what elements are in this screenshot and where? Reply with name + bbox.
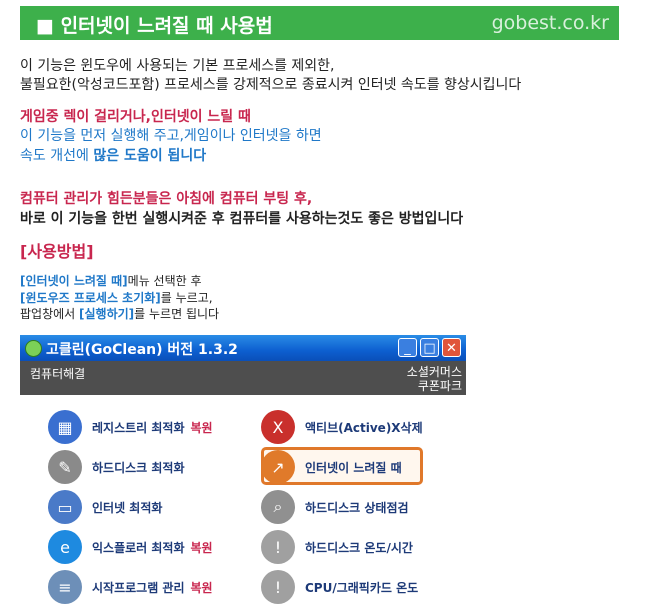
usage-step-2-highlight: [윈도우즈 프로세스 초기화] xyxy=(20,291,161,305)
activex-icon: X xyxy=(261,410,295,444)
feature-label: 시작프로그램 관리 xyxy=(92,580,185,595)
intro-line-1: 이 기능은 윈도우에 사용되는 기본 프로세스를 제외한, xyxy=(20,58,335,74)
usage-step-2: [윈도우즈 프로세스 초기화]를 누르고, xyxy=(20,289,213,306)
usage-step-3: 팝업창에서 [실행하기]를 누르면 됩니다 xyxy=(20,305,219,322)
feature-label: 익스플로러 최적화 xyxy=(92,540,185,555)
usage-step-1-text: 메뉴 선택한 후 xyxy=(127,274,202,288)
feature-item-6[interactable]: e 익스플로러 최적화 복원 xyxy=(48,529,213,565)
para3-black: 바로 이 기능을 한번 실행시켜준 후 컴퓨터를 사용하는것도 좋은 방법입니다 xyxy=(20,211,464,227)
feature-label: CPU/그래픽카드 온도 xyxy=(305,580,419,595)
feature-item-9[interactable]: ! CPU/그래픽카드 온도 xyxy=(261,569,418,605)
registry-cube-icon: ▦ xyxy=(48,410,82,444)
header-banner: ■ 인터넷이 느려질 때 사용법 gobest.co.kr xyxy=(20,6,619,40)
goclean-app-icon xyxy=(25,340,42,357)
menu-computer-fix[interactable]: 컴퓨터해결 xyxy=(30,365,85,382)
goclean-window: 고클린(GoClean) 버전 1.3.2 _ □ ✕ 컴퓨터해결 소셜커머스 … xyxy=(20,335,466,605)
minimize-button[interactable]: _ xyxy=(398,338,417,357)
usage-step-1-highlight: [인터넷이 느려질 때] xyxy=(20,274,128,288)
usage-heading: [사용방법] xyxy=(20,242,94,261)
restore-tag[interactable]: 복원 xyxy=(191,419,213,436)
feature-label: 하드디스크 상태점검 xyxy=(305,500,409,515)
feature-label: 인터넷 최적화 xyxy=(92,500,163,515)
cpu-thermometer-icon: ! xyxy=(261,570,295,604)
feature-item-3[interactable]: ↗ 인터넷이 느려질 때 xyxy=(261,449,402,485)
restore-tag[interactable]: 복원 xyxy=(191,539,213,556)
para2-red: 게임중 렉이 걸리거나,인터넷이 느릴 때 xyxy=(20,109,251,125)
para3-red: 컴퓨터 관리가 힘든분들은 아침에 컴퓨터 부팅 후, xyxy=(20,191,313,207)
para2-line3: 속도 개선에 많은 도움이 됩니다 xyxy=(20,145,206,165)
banner-site: gobest.co.kr xyxy=(491,12,609,34)
para2-line3b: 많은 도움이 됩니다 xyxy=(93,148,207,164)
thermometer-icon: ! xyxy=(261,530,295,564)
restore-tag[interactable]: 복원 xyxy=(191,579,213,596)
wrench-disk-icon: ✎ xyxy=(48,450,82,484)
banner-title: ■ 인터넷이 느려질 때 사용법 xyxy=(36,15,273,37)
intro-line-2: 불필요한(악성코드포함) 프로세스를 강제적으로 종료시켜 인터넷 속도를 향상… xyxy=(20,77,522,93)
menu-social-commerce[interactable]: 소셜커머스 xyxy=(407,365,462,379)
network-pc-icon: ▭ xyxy=(48,490,82,524)
magnifier-icon: ⌕ xyxy=(261,490,295,524)
feature-item-8[interactable]: ≡ 시작프로그램 관리 복원 xyxy=(48,569,213,605)
menu-right: 소셜커머스 쿠폰파크 xyxy=(407,365,462,393)
usage-step-3-highlight: [실행하기] xyxy=(79,307,135,321)
menu-coupon-park[interactable]: 쿠폰파크 xyxy=(418,379,462,393)
ie-icon: e xyxy=(48,530,82,564)
feature-label: 인터넷이 느려질 때 xyxy=(305,460,402,475)
speed-arrow-icon: ↗ xyxy=(261,450,295,484)
window-title: 고클린(GoClean) 버전 1.3.2 xyxy=(46,342,238,358)
usage-step-2-text: 를 누르고, xyxy=(160,291,213,305)
feature-label: 하드디스크 최적화 xyxy=(92,460,185,475)
usage-step-1: [인터넷이 느려질 때]메뉴 선택한 후 xyxy=(20,272,202,289)
window-titlebar[interactable]: 고클린(GoClean) 버전 1.3.2 _ □ ✕ xyxy=(20,335,466,361)
feature-item-1[interactable]: X 액티브(Active)X삭제 xyxy=(261,409,423,445)
feature-item-0[interactable]: ▦ 레지스트리 최적화 복원 xyxy=(48,409,213,445)
close-button[interactable]: ✕ xyxy=(442,338,461,357)
para2-line3a: 속도 개선에 xyxy=(20,148,94,164)
feature-item-2[interactable]: ✎ 하드디스크 최적화 xyxy=(48,449,185,485)
feature-item-5[interactable]: ⌕ 하드디스크 상태점검 xyxy=(261,489,409,525)
feature-label: 레지스트리 최적화 xyxy=(92,420,185,435)
feature-label: 하드디스크 온도/시간 xyxy=(305,540,413,555)
usage-step-3-post: 를 누르면 됩니다 xyxy=(134,307,220,321)
feature-item-4[interactable]: ▭ 인터넷 최적화 xyxy=(48,489,162,525)
maximize-button[interactable]: □ xyxy=(420,338,439,357)
usage-step-3-pre: 팝업창에서 xyxy=(20,307,80,321)
feature-item-7[interactable]: ! 하드디스크 온도/시간 xyxy=(261,529,413,565)
para2-line2: 이 기능을 먼저 실행해 주고,게임이나 인터넷을 하면 xyxy=(20,128,322,144)
window-menubar: 컴퓨터해결 소셜커머스 쿠폰파크 xyxy=(20,361,466,395)
feature-label: 액티브(Active)X삭제 xyxy=(305,420,423,435)
document-icon: ≡ xyxy=(48,570,82,604)
